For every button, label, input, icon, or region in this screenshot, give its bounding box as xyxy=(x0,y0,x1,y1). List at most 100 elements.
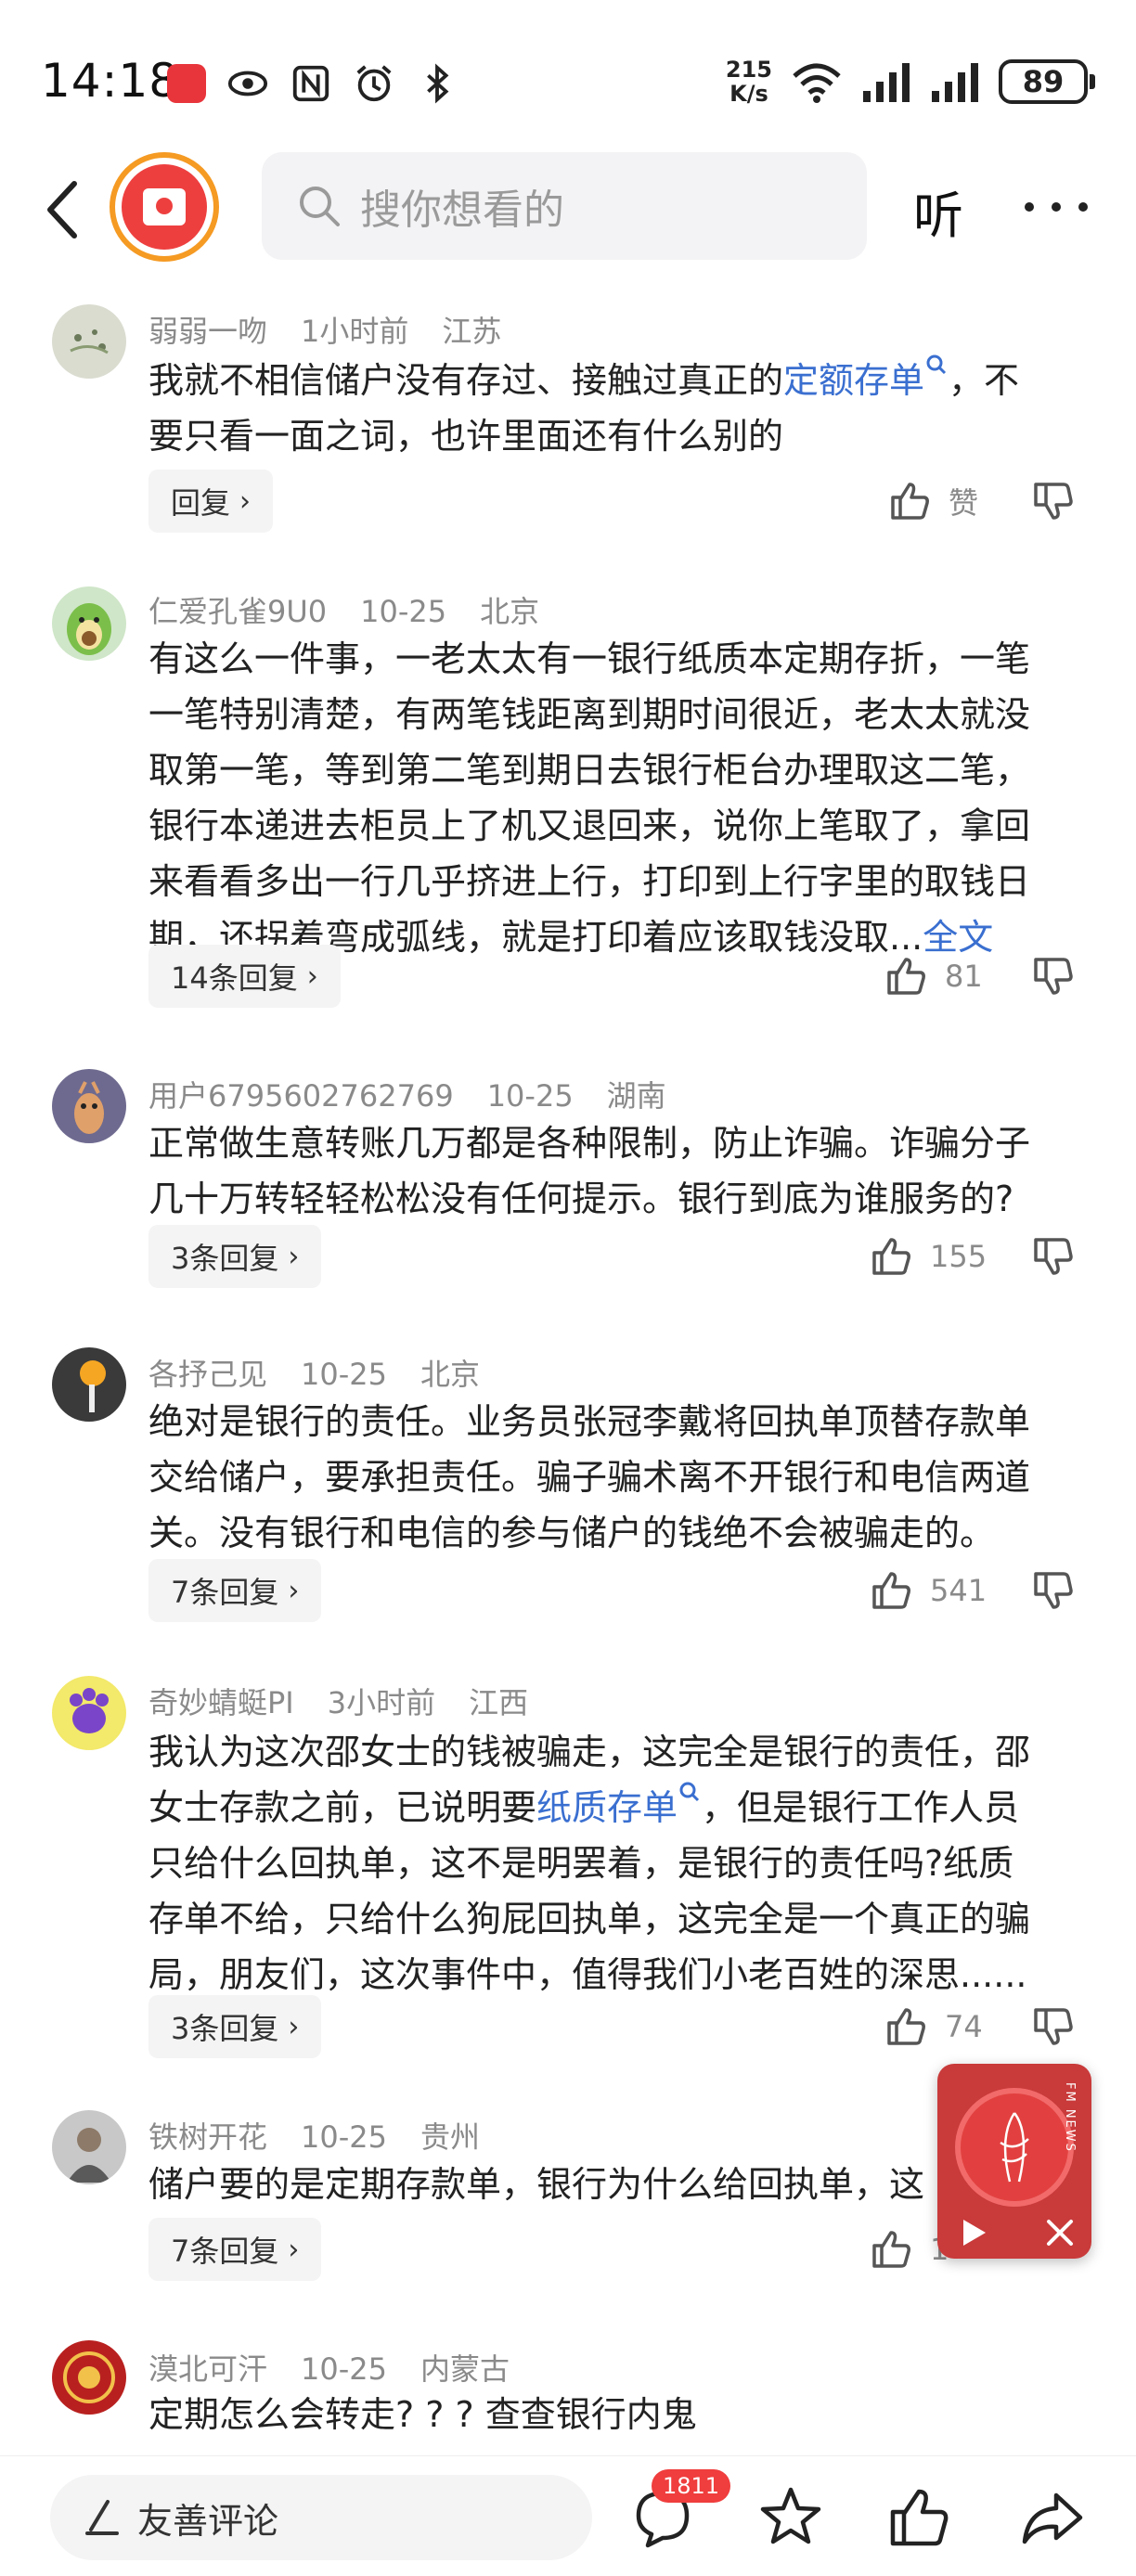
like-count: 74 xyxy=(945,2009,983,2044)
star-icon[interactable] xyxy=(755,2482,826,2553)
listen-button[interactable]: 听 xyxy=(913,174,963,248)
dislike-button[interactable] xyxy=(1030,1234,1075,1279)
comment-meta: 仁爱孔雀9U0 10-25 北京 xyxy=(148,588,573,631)
like-count: 155 xyxy=(930,1239,988,1274)
comment-input[interactable]: 友善评论 xyxy=(50,2475,592,2560)
comment-location: 贵州 xyxy=(420,2119,481,2155)
reply-button[interactable]: 14条回复 › xyxy=(148,945,341,1008)
status-time: 14:18 xyxy=(41,54,180,108)
dislike-button[interactable] xyxy=(1030,2004,1075,2049)
user-avatar[interactable] xyxy=(52,304,126,379)
user-avatar[interactable] xyxy=(52,586,126,661)
comment-meta: 奇妙蜻蜓PI 3小时前 江西 xyxy=(148,1680,562,1722)
network-speed-unit: K/s xyxy=(729,81,768,107)
chevron-right-icon: › xyxy=(288,1574,300,1607)
like-button[interactable]: 81 xyxy=(884,948,983,1004)
user-avatar[interactable] xyxy=(52,1069,126,1143)
comment-username[interactable]: 漠北可汗 xyxy=(148,2351,267,2387)
search-link-icon xyxy=(679,1782,700,1802)
comment-meta: 各抒己见 10-25 北京 xyxy=(148,1351,513,1394)
user-avatar[interactable] xyxy=(52,1676,126,1750)
red-envelope-icon xyxy=(143,188,186,225)
search-link-text: 纸质存单 xyxy=(536,1787,678,1828)
thumbs-up-icon[interactable] xyxy=(884,2482,954,2553)
comment-time: 10-25 xyxy=(301,2351,387,2387)
network-speed-value: 215 xyxy=(725,57,772,83)
comment-time: 1小时前 xyxy=(301,314,409,349)
comment-username[interactable]: 铁树开花 xyxy=(148,2119,267,2155)
comment-meta: 弱弱一吻 1小时前 江苏 xyxy=(148,308,535,351)
reply-button-label: 14条回复 xyxy=(171,960,298,996)
like-button[interactable]: 155 xyxy=(869,1229,987,1284)
status-right-icons: 215 K/s 89 xyxy=(725,57,1095,107)
reply-button[interactable]: 3条回复 › xyxy=(148,1225,322,1288)
comment-text: 定期怎么会转走? ? ? 查查银行内鬼 xyxy=(148,2394,697,2435)
comment-username[interactable]: 用户6795602762769 xyxy=(148,1078,454,1114)
comment-text-body: 有这么一件事，一老太太有一银行纸质本定期存折，一笔 一笔特别清楚，有两笔钱距离到… xyxy=(148,638,1031,958)
more-options-icon[interactable] xyxy=(1025,174,1088,239)
search-link[interactable]: 纸质存单 xyxy=(536,1782,702,1828)
header: 搜你想看的 听 xyxy=(0,139,1136,278)
alarm-icon xyxy=(356,65,392,102)
comment-meta: 漠北可汗 10-25 内蒙古 xyxy=(148,2346,543,2389)
dislike-button[interactable] xyxy=(1030,954,1075,998)
chevron-right-icon: › xyxy=(288,2233,300,2266)
like-button[interactable]: 74 xyxy=(884,1999,983,2054)
back-arrow-icon[interactable] xyxy=(37,173,93,247)
comment-time: 10-25 xyxy=(486,1078,574,1114)
user-avatar[interactable] xyxy=(52,2340,126,2415)
like-button[interactable]: 赞 xyxy=(887,473,978,529)
comment-text: 我就不相信储户没有存过、接触过真正的定额存单 ，不 要只看一面之词，也许里面还有什… xyxy=(148,353,1077,464)
like-count: 81 xyxy=(945,959,983,994)
comment-username[interactable]: 弱弱一吻 xyxy=(148,314,267,349)
search-icon xyxy=(300,187,340,226)
reply-button[interactable]: 7条回复 › xyxy=(148,2218,322,2281)
comment-username[interactable]: 仁爱孔雀9U0 xyxy=(148,594,327,629)
comment-text: 正常做生意转账几万都是各种限制，防止诈骗。诈骗分子 几十万转轻轻松松没有任何提示… xyxy=(148,1123,1031,1219)
play-icon[interactable] xyxy=(954,2214,991,2251)
signal-icon-2 xyxy=(932,63,978,102)
thumbs-down-icon xyxy=(1034,483,1073,520)
comment-location: 内蒙古 xyxy=(420,2351,510,2387)
reply-button-label: 3条回复 xyxy=(171,1241,279,1276)
thumbs-down-icon xyxy=(1034,2008,1073,2045)
share-icon[interactable] xyxy=(1017,2482,1088,2553)
bluetooth-icon xyxy=(427,63,449,104)
comment-count-badge: 1811 xyxy=(652,2469,731,2503)
dislike-button[interactable] xyxy=(1030,479,1075,523)
close-icon[interactable] xyxy=(1041,2214,1078,2251)
comment-location: 北京 xyxy=(480,594,540,629)
like-count: 赞 xyxy=(949,485,979,521)
fm-news-label: FM NEWS xyxy=(1063,2082,1077,2153)
reply-button-label: 7条回复 xyxy=(171,2234,279,2269)
reply-button-label: 7条回复 xyxy=(171,1575,279,1610)
user-avatar[interactable] xyxy=(52,2110,126,2184)
comment-time: 10-25 xyxy=(301,1357,387,1392)
comment-location: 江西 xyxy=(469,1685,529,1720)
reply-button-label: 3条回复 xyxy=(171,2011,279,2046)
chevron-right-icon: › xyxy=(288,1240,300,1273)
comment-location: 北京 xyxy=(420,1357,481,1392)
dislike-button[interactable] xyxy=(1030,1568,1075,1613)
status-bar: 14:18 215 K/s 89 xyxy=(0,0,1136,139)
search-link[interactable]: 定额存单 xyxy=(783,354,949,401)
fm-news-player[interactable]: FM NEWS xyxy=(937,2064,1091,2259)
comment-text-before: 我就不相信储户没有存过、接触过真正的 xyxy=(148,360,784,401)
account-avatar[interactable] xyxy=(110,152,219,262)
status-left-icons xyxy=(167,61,458,106)
signal-icon xyxy=(863,63,910,102)
user-avatar[interactable] xyxy=(52,1347,126,1422)
wifi-icon xyxy=(793,63,841,103)
reply-button[interactable]: 回复 › xyxy=(148,470,274,533)
reply-button-label: 回复 xyxy=(171,485,231,521)
thumbs-up-icon xyxy=(891,483,929,520)
comment-username[interactable]: 各抒己见 xyxy=(148,1357,267,1392)
comment-username[interactable]: 奇妙蜻蜓PI xyxy=(148,1685,294,1720)
reply-button[interactable]: 7条回复 › xyxy=(148,1559,322,1622)
like-button[interactable]: 541 xyxy=(869,1563,987,1618)
thumbs-up-icon xyxy=(872,1572,910,1609)
search-input[interactable]: 搜你想看的 xyxy=(262,152,867,260)
thumbs-up-icon xyxy=(872,1238,910,1275)
reply-button[interactable]: 3条回复 › xyxy=(148,1995,322,2058)
comment-time: 3小时前 xyxy=(327,1685,436,1720)
